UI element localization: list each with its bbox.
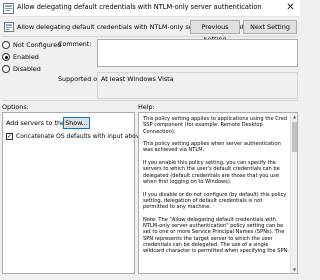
help-heading: Help:	[138, 103, 155, 111]
concatenate-label: Concatenate OS defaults with input above	[16, 133, 144, 140]
options-heading: Options:	[2, 103, 29, 111]
radio-enabled-circle[interactable]	[2, 53, 10, 61]
scroll-down-icon[interactable]: ▼	[292, 267, 297, 272]
concatenate-checkbox[interactable]: ✓	[6, 133, 13, 140]
comment-label: Comment:	[58, 40, 92, 48]
close-icon[interactable]: ✕	[284, 2, 297, 15]
middle-divider	[2, 100, 298, 101]
policy-icon	[4, 22, 14, 32]
help-paragraph: This policy setting applies when server …	[143, 141, 281, 154]
help-paragraph: If you disable or do not configure (by d…	[143, 191, 287, 211]
next-setting-button[interactable]: Next Setting	[243, 20, 297, 34]
scroll-thumb[interactable]	[292, 122, 297, 152]
help-paragraph: If you enable this policy setting, you c…	[143, 160, 280, 185]
show-button[interactable]: Show...	[63, 117, 90, 129]
radio-not-configured-circle[interactable]	[2, 41, 10, 49]
help-scrollbar[interactable]: ▲ ▼	[290, 113, 297, 273]
help-panel: This policy setting applies to applicati…	[138, 112, 298, 274]
radio-disabled-label: Disabled	[13, 65, 41, 73]
options-panel: Add servers to the list: Show... ✓ Conca…	[2, 112, 143, 274]
previous-setting-button[interactable]: Previous Setting	[190, 20, 240, 43]
help-text: This policy setting applies to applicati…	[143, 116, 289, 261]
window-title: Allow delegating default credentials wit…	[17, 3, 262, 11]
scroll-up-icon[interactable]: ▲	[292, 114, 297, 119]
title-bar: Allow delegating default credentials wit…	[0, 0, 300, 17]
help-paragraph: Note: The "Allow delegating default cred…	[143, 216, 289, 255]
radio-not-configured-label: Not Configured	[13, 41, 62, 49]
supported-on-value: At least Windows Vista	[97, 72, 298, 99]
radio-enabled-label: Enabled	[13, 53, 39, 61]
radio-disabled-circle[interactable]	[2, 65, 10, 73]
comment-textbox[interactable]	[97, 39, 298, 67]
help-paragraph: This policy setting applies to applicati…	[143, 116, 288, 135]
policy-settings-icon	[3, 3, 14, 14]
header-divider	[2, 36, 298, 37]
